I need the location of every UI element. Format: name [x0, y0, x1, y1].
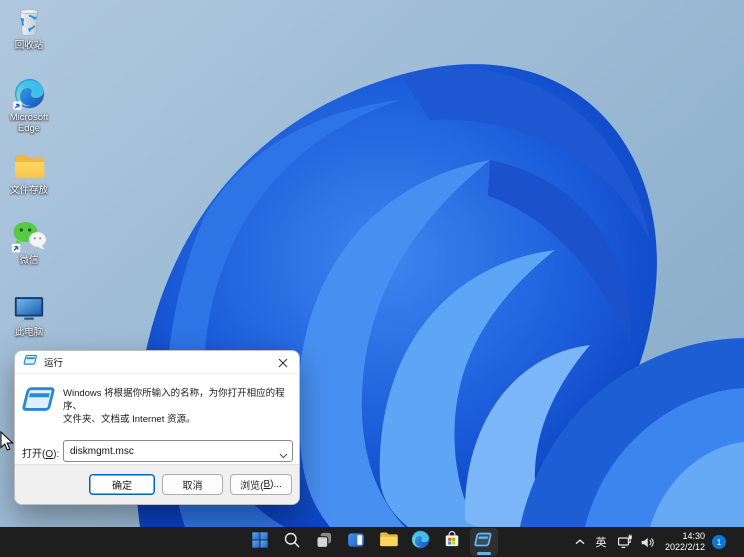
- volume-icon[interactable]: [637, 528, 659, 556]
- taskbar-store-button[interactable]: [438, 528, 466, 556]
- open-label: 打开(O):: [22, 445, 59, 460]
- run-window-icon: [23, 353, 38, 371]
- desktop-icon-label: 微信: [19, 255, 38, 266]
- desktop-icon-microsoft-edge[interactable]: Microsoft Edge: [0, 76, 58, 134]
- notification-badge[interactable]: 1: [712, 535, 726, 549]
- this-pc-icon: [11, 291, 47, 325]
- taskbar-file-explorer-button[interactable]: [374, 528, 402, 556]
- desktop-icon-this-pc[interactable]: 此电脑: [0, 291, 58, 338]
- recycle-bin-icon: [11, 4, 47, 38]
- desktop-icon-label: 回收站: [15, 40, 44, 51]
- file-explorer-icon: [378, 529, 399, 555]
- clock-time: 14:30: [665, 531, 705, 542]
- desktop-icon-label: Microsoft Edge: [1, 112, 57, 134]
- ok-button[interactable]: 确定: [89, 474, 155, 495]
- desktop-icon-wechat[interactable]: 微信: [0, 219, 58, 266]
- desktop-icon-file-folder[interactable]: 文件存放: [0, 149, 58, 196]
- close-icon[interactable]: [276, 356, 290, 370]
- run-window-icon-large: [21, 386, 57, 418]
- search-icon: [282, 530, 302, 555]
- run-dialog-body: Windows 将根据你所输入的名称，为你打开相应的程序、 文件夹、文档或 In…: [15, 374, 299, 465]
- mouse-cursor: [0, 431, 14, 452]
- combobox-chevron-down-icon[interactable]: [279, 446, 288, 464]
- browse-button[interactable]: 浏览(B)...: [230, 474, 292, 495]
- edge-icon: [410, 529, 431, 555]
- run-dialog-title: 运行: [44, 355, 63, 369]
- task-view-icon: [314, 530, 334, 555]
- desktop-icon-label: 文件存放: [10, 185, 48, 196]
- tray-hidden-icons-chevron[interactable]: [571, 528, 589, 556]
- taskbar-edge-button[interactable]: [406, 528, 434, 556]
- taskbar: 英 14:30 2022/2/12: [0, 527, 744, 557]
- widgets-icon: [346, 530, 366, 555]
- run-command-input[interactable]: [63, 440, 293, 462]
- taskbar-task-view-button[interactable]: [310, 528, 338, 556]
- clock-date: 2022/2/12: [665, 542, 705, 553]
- run-dialog-footer: 确定 取消 浏览(B)...: [15, 464, 299, 504]
- run-dialog-titlebar[interactable]: 运行: [15, 351, 299, 374]
- wechat-icon: [11, 219, 47, 253]
- windows-desktop: 回收站 Microsoft Edge 文件存放: [0, 0, 744, 557]
- windows-start-icon: [250, 530, 270, 555]
- ime-language-indicator[interactable]: 英: [589, 528, 613, 556]
- taskbar-run-app-button[interactable]: [470, 528, 498, 556]
- taskbar-clock[interactable]: 14:30 2022/2/12: [665, 531, 705, 553]
- network-icon[interactable]: [613, 528, 637, 556]
- active-app-indicator: [477, 552, 491, 555]
- desktop-icon-label: 此电脑: [15, 327, 44, 338]
- edge-icon: [11, 76, 47, 110]
- microsoft-store-icon: [442, 530, 462, 555]
- run-window-icon: [473, 530, 495, 555]
- taskbar-search-button[interactable]: [278, 528, 306, 556]
- run-dialog: 运行 Windows 将根据你所输入的名称，为你打开相应的程序、 文件夹、文档或…: [14, 350, 300, 505]
- cancel-button[interactable]: 取消: [162, 474, 223, 495]
- taskbar-widgets-button[interactable]: [342, 528, 370, 556]
- folder-icon: [11, 149, 47, 183]
- taskbar-start-button[interactable]: [246, 528, 274, 556]
- run-dialog-description: Windows 将根据你所输入的名称，为你打开相应的程序、 文件夹、文档或 In…: [63, 387, 297, 426]
- desktop-icon-recycle-bin[interactable]: 回收站: [0, 4, 58, 51]
